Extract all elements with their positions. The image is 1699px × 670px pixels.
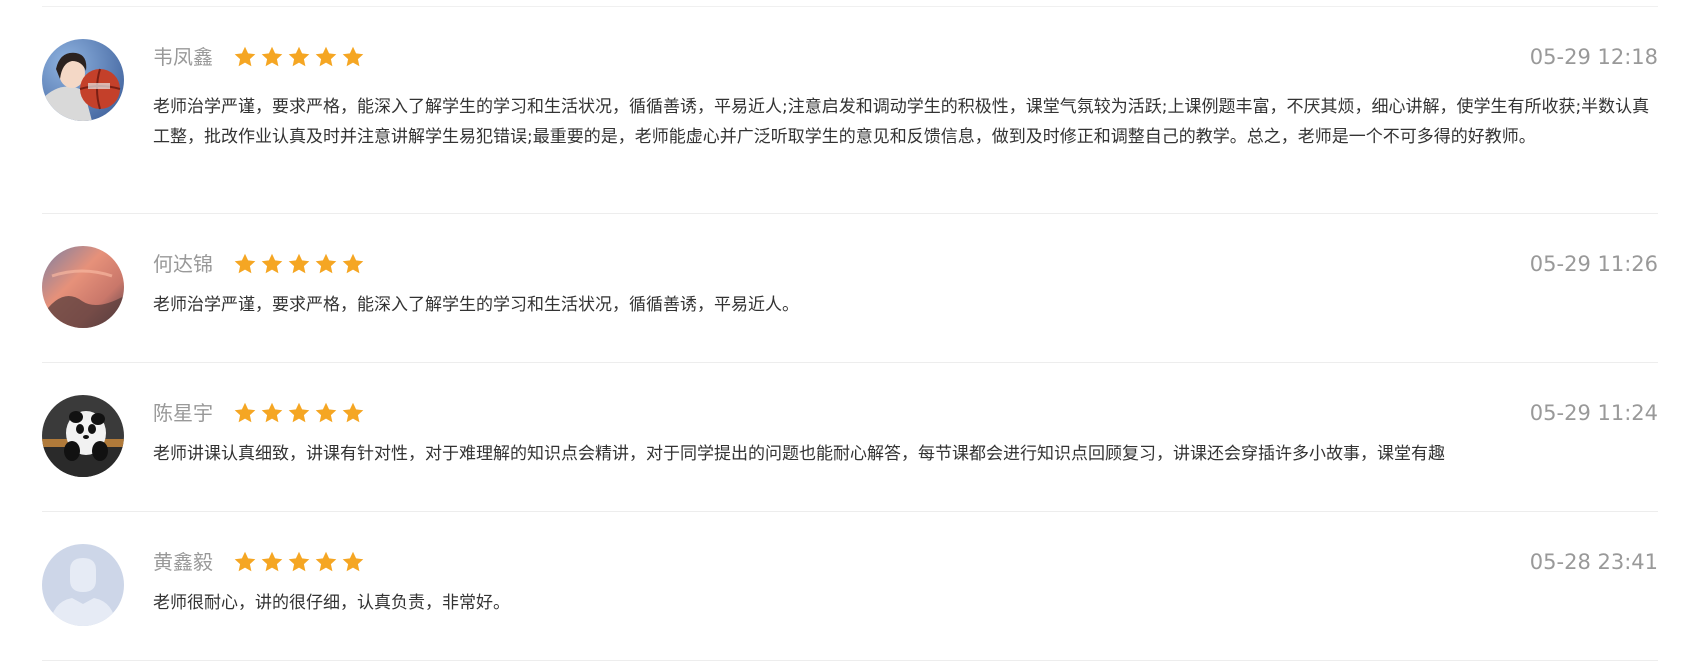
avatar[interactable] [42,246,124,328]
username[interactable]: 韦凤鑫 [153,43,213,71]
star-rating [233,550,365,574]
review-item: 黄鑫毅 05-28 23:41 老师很耐心，讲的很仔细，认真负责，非常好。 [42,512,1658,661]
review-content: 老师讲课认真细致，讲课有针对性，对于难理解的知识点会精讲，对于同学提出的问题也能… [153,444,1445,464]
review-content: 老师很耐心，讲的很仔细，认真负责，非常好。 [153,593,510,613]
panda-plush-photo-icon [42,395,124,477]
star-icon [288,402,310,423]
review-time: 05-29 11:26 [1529,252,1658,276]
star-icon [315,551,337,572]
review-item: 韦凤鑫 05-29 12:18 老师治学严谨，要求严格，能深入了解学生的学习和生… [42,7,1658,214]
star-icon [315,402,337,423]
review-header: 陈星宇 [153,399,365,427]
review-time: 05-29 11:24 [1529,401,1658,425]
star-icon [261,46,283,67]
review-content: 老师治学严谨，要求严格，能深入了解学生的学习和生活状况，循循善诱，平易近人。 [153,295,799,315]
review-item: 陈星宇 05-29 11:24 老师讲课认真细致，讲课有针对性，对于难理解的知识… [42,363,1658,512]
star-icon [261,551,283,572]
review-item: 何达锦 05-29 11:26 老师治学严谨，要求严格，能深入了解学生的学习和生… [42,214,1658,363]
avatar[interactable] [42,395,124,477]
default-user-avatar-icon [42,544,124,626]
review-time: 05-29 12:18 [1529,45,1658,69]
star-icon [342,551,364,572]
star-icon [315,253,337,274]
sunset-photo-icon [42,246,124,328]
star-icon [342,46,364,67]
star-icon [261,253,283,274]
review-list: 韦凤鑫 05-29 12:18 老师治学严谨，要求严格，能深入了解学生的学习和生… [42,7,1658,661]
star-icon [288,551,310,572]
star-icon [342,402,364,423]
star-icon [234,46,256,67]
star-icon [234,551,256,572]
star-icon [234,402,256,423]
username[interactable]: 何达锦 [153,250,213,278]
review-header: 黄鑫毅 [153,548,365,576]
star-icon [288,253,310,274]
review-time: 05-28 23:41 [1529,550,1658,574]
star-icon [342,253,364,274]
review-header: 韦凤鑫 [153,43,365,71]
star-rating [233,401,365,425]
star-icon [315,46,337,67]
star-icon [261,402,283,423]
username[interactable]: 陈星宇 [153,399,213,427]
avatar[interactable] [42,39,124,121]
username[interactable]: 黄鑫毅 [153,548,213,576]
star-icon [234,253,256,274]
review-content: 老师治学严谨，要求严格，能深入了解学生的学习和生活状况，循循善诱，平易近人;注意… [153,97,1650,147]
avatar[interactable] [42,544,124,626]
girl-with-basketball-photo-icon [42,39,124,121]
star-rating [233,252,365,276]
star-icon [288,46,310,67]
review-header: 何达锦 [153,250,365,278]
star-rating [233,45,365,69]
